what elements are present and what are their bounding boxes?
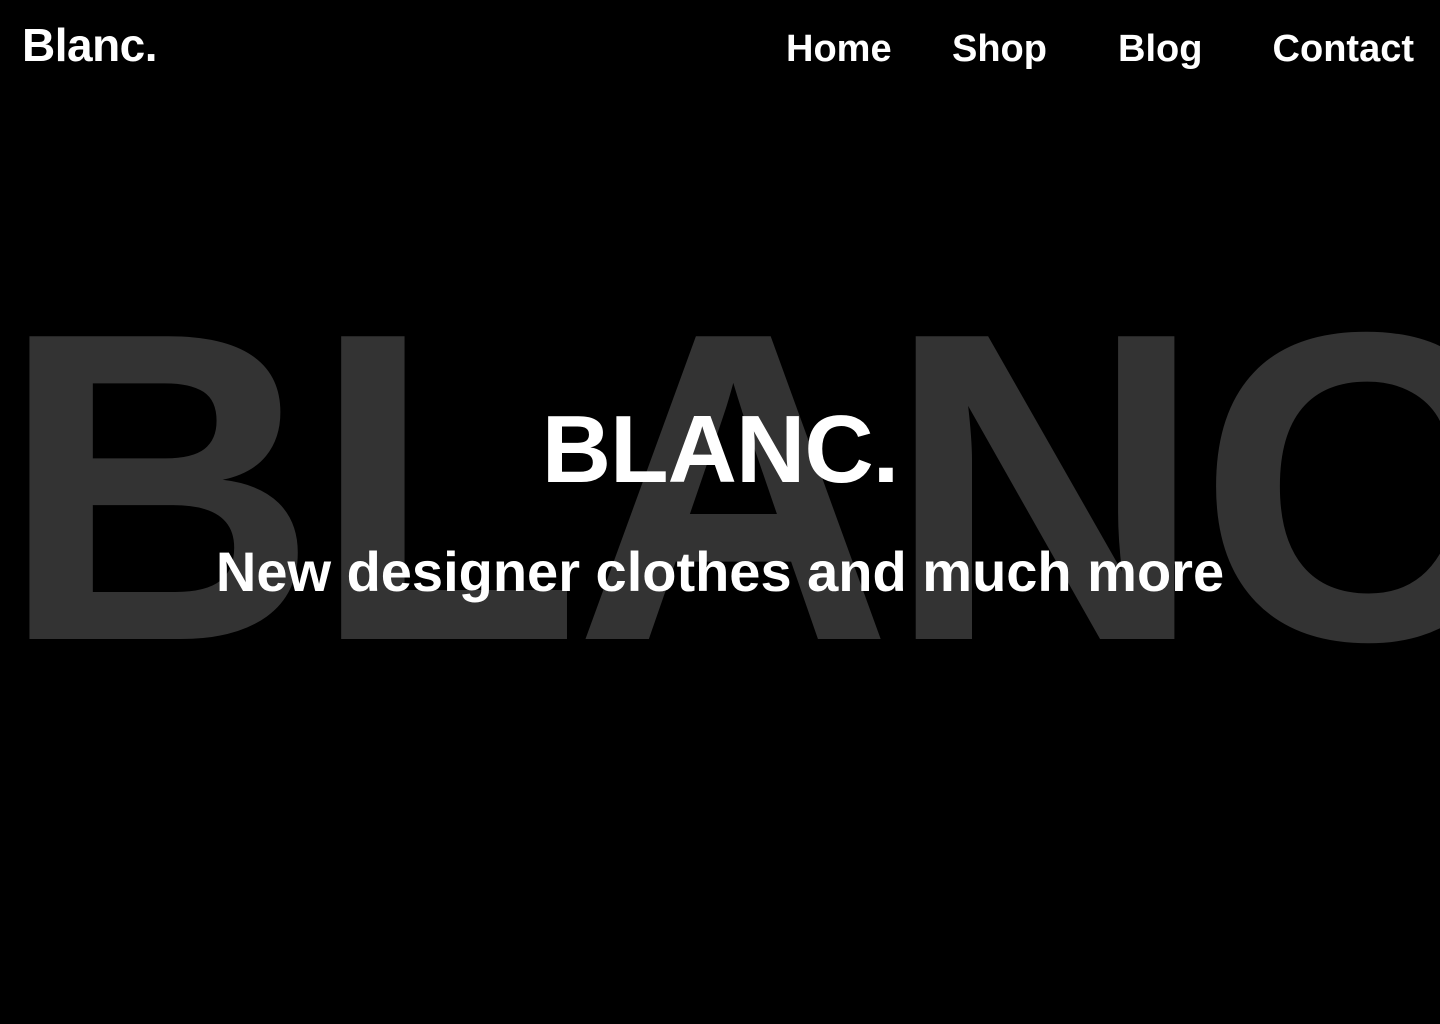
hero-subtitle: New designer clothes and much more <box>215 539 1225 603</box>
site-logo[interactable]: Blanc. <box>22 22 158 68</box>
hero-title: BLANC. <box>541 396 900 503</box>
landing-page: Blanc. Home Shop Blog Contact BLANC BLAN… <box>0 0 1440 1024</box>
hero-section: BLANC. New designer clothes and much mor… <box>0 396 1440 603</box>
nav-link-shop[interactable]: Shop <box>952 30 1047 68</box>
nav-link-home[interactable]: Home <box>786 30 892 68</box>
site-header: Blanc. Home Shop Blog Contact <box>0 0 1440 100</box>
nav-link-blog[interactable]: Blog <box>1118 30 1202 68</box>
nav-link-contact[interactable]: Contact <box>1273 30 1414 68</box>
